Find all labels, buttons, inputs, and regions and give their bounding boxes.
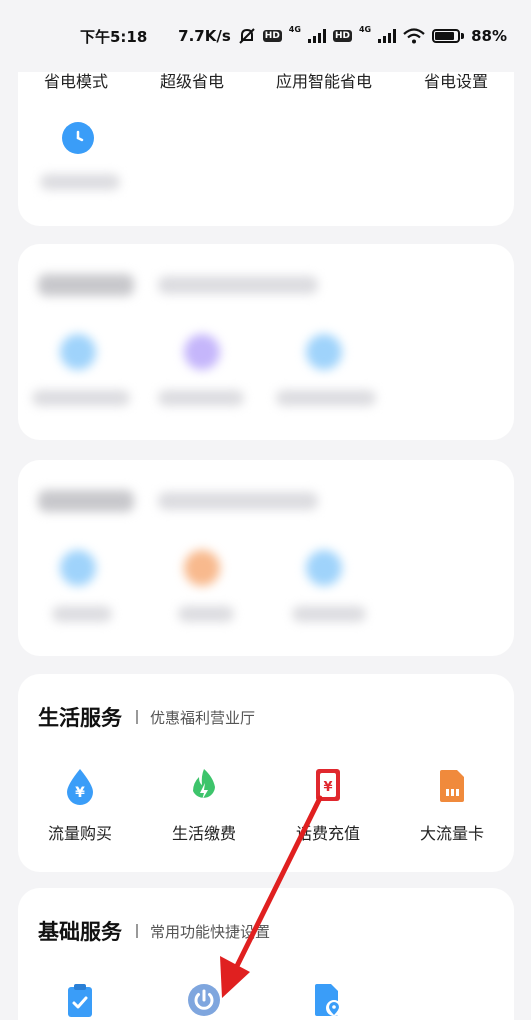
section-subtitle: 常用功能快捷设置	[150, 922, 271, 941]
data-drop-icon: ¥	[62, 766, 98, 806]
status-time: 下午5:18	[80, 27, 148, 46]
blurred-title	[38, 274, 134, 296]
divider	[136, 924, 138, 938]
section-title: 基础服务	[38, 920, 122, 944]
sim-card-icon	[434, 766, 470, 806]
hd-badge-1: HD	[262, 30, 282, 42]
service-shortcut-power[interactable]	[142, 980, 266, 1020]
service-label: 流量购买	[47, 824, 112, 843]
svg-text:¥: ¥	[323, 780, 332, 795]
divider	[136, 710, 138, 724]
service-label: 大流量卡	[419, 824, 484, 843]
service-shortcut-1[interactable]	[18, 980, 142, 1020]
service-phone-recharge[interactable]: ¥ 话费充值	[266, 766, 390, 844]
blurred-icon	[184, 550, 220, 586]
recharge-icon: ¥	[310, 766, 346, 806]
section-header: 基础服务 常用功能快捷设置	[38, 916, 270, 946]
blurred-label	[178, 606, 234, 622]
blurred-label	[292, 606, 366, 622]
service-label: 话费充值	[295, 824, 360, 843]
wifi-icon	[403, 28, 425, 44]
service-data-purchase[interactable]: ¥ 流量购买	[18, 766, 142, 844]
signal-icon-2	[378, 29, 397, 43]
blurred-card	[18, 460, 514, 656]
mute-bell-icon	[239, 28, 255, 44]
battery-icon	[432, 29, 465, 43]
service-row	[18, 980, 514, 1020]
service-shortcut-3[interactable]	[266, 980, 390, 1020]
clipboard-check-icon	[62, 980, 98, 1020]
clock-icon[interactable]	[62, 122, 94, 154]
blurred-label	[276, 390, 376, 406]
status-bar: 下午5:18 7.7K/s HD 4G HD 4G 88%	[0, 0, 531, 72]
blurred-icon	[306, 334, 342, 370]
blurred-label	[52, 606, 112, 622]
life-services-card: 生活服务 优惠福利营业厅 ¥ 流量购买 生活缴费 ¥ 话费充值 大流量卡	[18, 674, 514, 872]
hd-badge-2: HD	[332, 30, 352, 42]
blurred-label	[40, 174, 120, 190]
flame-icon	[186, 766, 222, 806]
svg-text:¥: ¥	[75, 785, 85, 801]
net-tag-1: 4G	[288, 25, 301, 34]
blurred-icon	[184, 334, 220, 370]
blurred-label	[158, 390, 244, 406]
net-tag-2: 4G	[358, 25, 372, 34]
power-saving-card: 省电模式 超级省电 应用智能省电 省电设置	[18, 50, 514, 226]
power-icon	[186, 980, 222, 1020]
status-icons: 7.7K/s HD 4G HD 4G 88%	[178, 25, 507, 46]
service-label: 生活缴费	[171, 824, 236, 843]
battery-level: 88%	[471, 27, 507, 45]
service-row: ¥ 流量购买 生活缴费 ¥ 话费充值 大流量卡	[18, 766, 514, 844]
location-doc-icon	[310, 980, 346, 1020]
blurred-card	[18, 244, 514, 440]
basic-services-card: 基础服务 常用功能快捷设置	[18, 888, 514, 1020]
signal-icon-1	[307, 29, 326, 43]
blurred-subtitle	[158, 492, 318, 510]
section-subtitle: 优惠福利营业厅	[150, 708, 256, 727]
blurred-icon	[60, 550, 96, 586]
section-header: 生活服务 优惠福利营业厅	[38, 702, 255, 732]
service-life-payment[interactable]: 生活缴费	[142, 766, 266, 844]
section-title: 生活服务	[38, 706, 122, 730]
blurred-title	[38, 490, 134, 512]
service-big-data-card[interactable]: 大流量卡	[390, 766, 514, 844]
blurred-label	[32, 390, 130, 406]
blurred-icon	[306, 550, 342, 586]
blurred-subtitle	[158, 276, 318, 294]
blurred-icon	[60, 334, 96, 370]
network-speed: 7.7K/s	[178, 27, 231, 45]
